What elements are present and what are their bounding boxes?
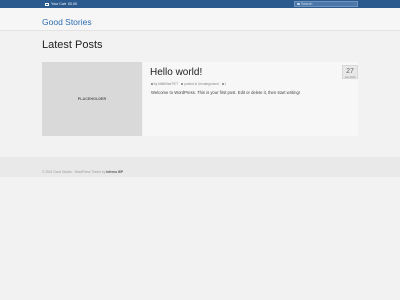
footer-brand-link[interactable]: Inferno WP [106,170,123,174]
search-icon [297,2,300,6]
page-title: Latest Posts [42,39,103,51]
cart-icon [45,2,49,6]
post-card: PLACEHOLDER Hello world! by fd86b9ae7977… [42,62,358,136]
post-author[interactable]: by fd86b9ae7977 [151,82,178,86]
post-date-month: Jan 2020 [344,75,356,79]
post-meta: by fd86b9ae7977 posted in Uncategorized … [151,82,226,86]
top-bar: Your Cart £0.00 Search [0,0,400,8]
post-body: Hello world! by fd86b9ae7977 posted in U… [143,62,358,136]
post-date-day: 27 [346,67,354,75]
site-footer: © 2024 Good Stories · WordPress Theme by… [0,157,400,177]
comment-icon [221,83,224,85]
cart-label: Your Cart [51,2,67,6]
post-excerpt: Welcome to WordPress. This is your first… [151,89,300,95]
placeholder-label: PLACEHOLDER [77,97,107,101]
user-icon [151,83,153,85]
post-thumbnail[interactable]: PLACEHOLDER [42,62,142,136]
post-title[interactable]: Hello world! [150,67,202,78]
post-date-badge: 27 Jan 2020 [342,65,358,79]
post-category[interactable]: posted in Uncategorized [181,82,219,86]
footer-copyright: © 2024 Good Stories · WordPress Theme by [42,170,106,174]
folder-icon [181,83,184,85]
cart-link[interactable]: Your Cart £0.00 [45,1,77,7]
cart-total: £0.00 [68,2,78,6]
footer-credit: © 2024 Good Stories · WordPress Theme by… [42,170,123,174]
post-comments-count: 1 [224,82,227,86]
post-comments[interactable]: 1 [221,82,227,86]
post-author-label: by fd86b9ae7977 [153,82,179,86]
search-placeholder: Search [301,2,313,6]
site-title[interactable]: Good Stories [42,17,92,27]
site-header: Good Stories [0,8,400,31]
post-category-label: posted in Uncategorized [184,82,219,86]
search-input[interactable]: Search [294,1,358,7]
